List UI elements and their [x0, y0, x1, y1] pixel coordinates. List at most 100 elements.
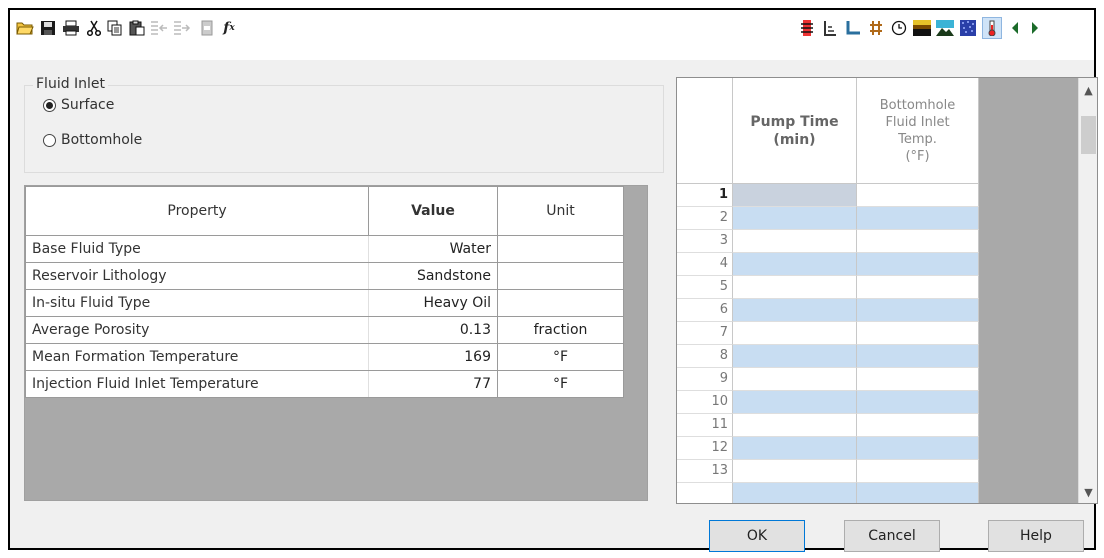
row-number[interactable]: 9 [677, 368, 733, 391]
row-number[interactable]: 8 [677, 345, 733, 368]
property-unit [497, 289, 624, 317]
row-number[interactable]: 5 [677, 276, 733, 299]
arrow-left-icon[interactable] [1006, 19, 1024, 37]
cancel-button[interactable]: Cancel [844, 520, 940, 552]
property-value[interactable]: 0.13 [368, 316, 498, 344]
pump-time-cell[interactable] [733, 184, 857, 207]
property-unit [497, 262, 624, 290]
pump-time-cell[interactable] [733, 437, 857, 460]
property-value[interactable]: Sandstone [368, 262, 498, 290]
table-row: Base Fluid Type Water [25, 235, 624, 263]
scroll-down-icon[interactable]: ▼ [1079, 486, 1097, 499]
bottomhole-temp-cell[interactable] [857, 391, 979, 414]
property-value[interactable]: Heavy Oil [368, 289, 498, 317]
radio-surface-indicator[interactable] [43, 98, 56, 112]
grid-corner [677, 78, 733, 184]
property-value[interactable]: Water [368, 235, 498, 263]
property-label: Reservoir Lithology [25, 262, 369, 290]
table-row: Reservoir Lithology Sandstone [25, 262, 624, 290]
pump-time-cell[interactable] [733, 299, 857, 322]
open-folder-icon[interactable] [16, 19, 34, 37]
bottomhole-temp-cell[interactable] [857, 299, 979, 322]
bottomhole-temp-cell[interactable] [857, 207, 979, 230]
well-schematic-icon[interactable] [821, 19, 839, 37]
pump-time-cell[interactable] [733, 276, 857, 299]
bottomhole-temp-cell[interactable] [857, 322, 979, 345]
radio-bottomhole-indicator[interactable] [43, 133, 56, 147]
row-number[interactable]: 10 [677, 391, 733, 414]
pump-time-cell[interactable] [733, 230, 857, 253]
row-number[interactable]: 11 [677, 414, 733, 437]
scroll-thumb[interactable] [1081, 116, 1096, 154]
bottomhole-temp-cell[interactable] [857, 345, 979, 368]
row-number[interactable]: 3 [677, 230, 733, 253]
row-number[interactable]: 13 [677, 460, 733, 483]
row-number[interactable]: 2 [677, 207, 733, 230]
save-icon[interactable] [39, 19, 57, 37]
property-unit: °F [497, 343, 624, 371]
property-table-header: Property Value Unit [25, 186, 624, 236]
header-property: Property [25, 186, 369, 236]
pump-icon[interactable] [798, 19, 816, 37]
pump-time-cell[interactable] [733, 414, 857, 437]
copy-icon[interactable] [106, 19, 124, 37]
bottomhole-temp-cell[interactable] [857, 253, 979, 276]
thermometer-icon[interactable] [982, 17, 1002, 39]
bottomhole-temp-cell[interactable] [857, 230, 979, 253]
bottomhole-temp-cell[interactable] [857, 276, 979, 299]
row-number[interactable] [677, 483, 733, 503]
pump-time-cell[interactable] [733, 368, 857, 391]
fluid-inlet-title: Fluid Inlet [33, 76, 109, 92]
print-icon[interactable] [62, 19, 80, 37]
bottomhole-temp-cell[interactable] [857, 184, 979, 207]
clock-icon[interactable] [890, 19, 908, 37]
reservoir-icon[interactable] [936, 19, 954, 37]
radio-bottomhole[interactable]: Bottomhole [43, 132, 142, 148]
radio-surface[interactable]: Surface [43, 97, 114, 113]
formation-icon[interactable] [913, 19, 931, 37]
dialog-window: fx Fluid Inlet Surface Bottomhole Proper… [8, 8, 1098, 552]
row-number[interactable]: 1 [677, 184, 733, 207]
arrow-right-icon[interactable] [1026, 19, 1044, 37]
property-value[interactable]: 77 [368, 370, 498, 398]
pump-time-cell[interactable] [733, 460, 857, 483]
pump-time-cell[interactable] [733, 345, 857, 368]
paste-icon[interactable] [128, 19, 146, 37]
column-header-bottomhole-temp[interactable]: Bottomhole Fluid Inlet Temp. (°F) [857, 78, 979, 184]
pipe-icon[interactable] [844, 19, 862, 37]
row-number[interactable]: 7 [677, 322, 733, 345]
ok-button[interactable]: OK [709, 520, 805, 552]
table-row: Injection Fluid Inlet Temperature 77 °F [25, 370, 624, 398]
property-unit [497, 235, 624, 263]
bottomhole-temp-cell[interactable] [857, 414, 979, 437]
header-value: Value [368, 186, 498, 236]
bottomhole-temp-cell[interactable] [857, 368, 979, 391]
pump-time-cell[interactable] [733, 207, 857, 230]
column-header-pump-time[interactable]: Pump Time (min) [733, 78, 857, 184]
cut-icon[interactable] [85, 19, 103, 37]
bottomhole-temp-cell[interactable] [857, 460, 979, 483]
insert-row-icon[interactable] [150, 19, 168, 37]
help-button[interactable]: Help [988, 520, 1084, 552]
pattern-icon[interactable] [959, 19, 977, 37]
toolbar: fx [10, 10, 1094, 46]
pump-time-cell[interactable] [733, 391, 857, 414]
grid-hash-icon[interactable] [867, 19, 885, 37]
pump-time-cell[interactable] [733, 483, 857, 503]
bottomhole-temp-cell[interactable] [857, 437, 979, 460]
delete-row-icon[interactable] [198, 19, 216, 37]
scroll-up-icon[interactable]: ▲ [1079, 84, 1097, 97]
bottomhole-temp-cell[interactable] [857, 483, 979, 503]
row-number[interactable]: 4 [677, 253, 733, 276]
append-row-icon[interactable] [173, 19, 191, 37]
property-value[interactable]: 169 [368, 343, 498, 371]
pump-time-cell[interactable] [733, 253, 857, 276]
grid-scrollbar[interactable]: ▲ ▼ [1078, 78, 1097, 503]
row-number[interactable]: 12 [677, 437, 733, 460]
row-number[interactable]: 6 [677, 299, 733, 322]
property-label: Base Fluid Type [25, 235, 369, 263]
pump-time-cell[interactable] [733, 322, 857, 345]
table-row: In-situ Fluid Type Heavy Oil [25, 289, 624, 317]
function-icon[interactable]: fx [220, 19, 238, 37]
table-row: Mean Formation Temperature 169 °F [25, 343, 624, 371]
